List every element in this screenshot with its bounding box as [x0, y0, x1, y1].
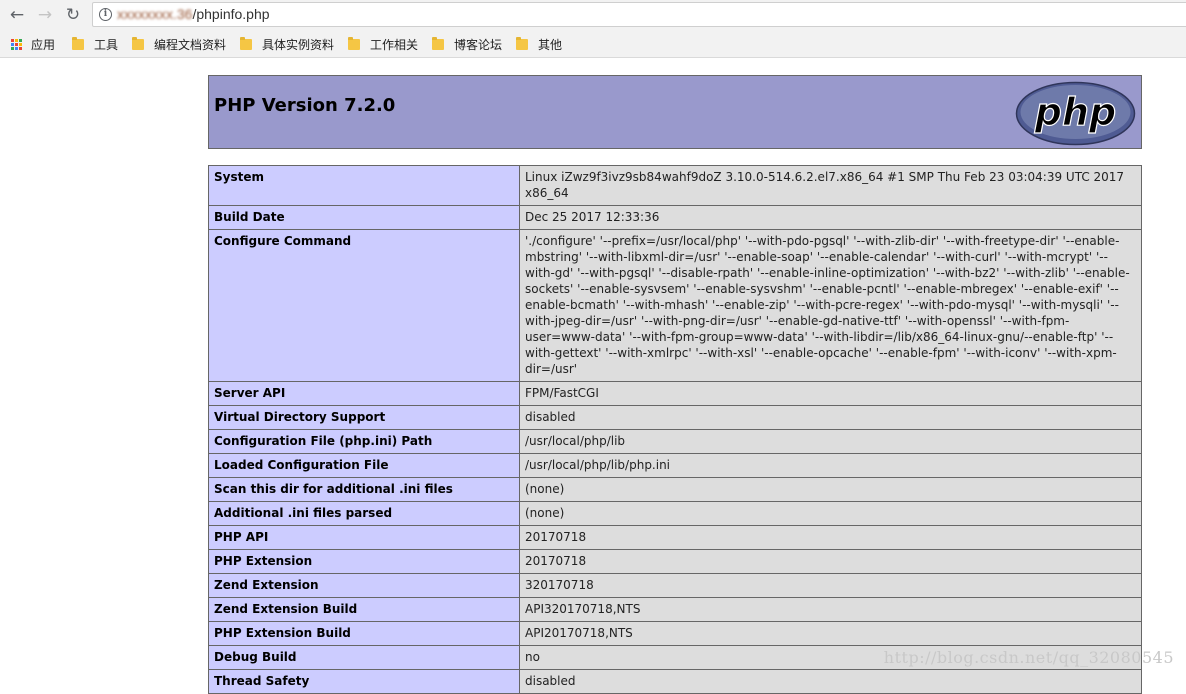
info-value: (none)	[519, 501, 1142, 526]
folder-icon	[432, 36, 444, 50]
info-value: (none)	[519, 477, 1142, 502]
info-value: API20170718,NTS	[519, 621, 1142, 646]
reload-icon[interactable]: ↻	[62, 4, 84, 26]
bookmark-label: 博客论坛	[454, 37, 503, 52]
info-value: './configure' '--prefix=/usr/local/php' …	[519, 229, 1142, 382]
info-table: System Linux iZwz9f3ivz9sb84wahf9doZ 3.10…	[208, 165, 1142, 694]
info-value: disabled	[519, 405, 1142, 430]
bookmark-folder-blogs[interactable]: 博客论坛	[432, 36, 502, 52]
apps-grid-icon	[11, 38, 22, 50]
bookmark-label: 工具	[94, 37, 119, 52]
info-key: Scan this dir for additional .ini files	[208, 477, 520, 502]
info-key: Configure Command	[208, 229, 520, 382]
bookmark-folder-programming-docs[interactable]: 编程文档资料	[132, 36, 226, 52]
info-key: Debug Build	[208, 645, 520, 670]
table-row: System Linux iZwz9f3ivz9sb84wahf9doZ 3.10…	[208, 165, 1142, 206]
table-row: PHP Extension 20170718	[208, 549, 1142, 574]
bookmark-folder-tools[interactable]: 工具	[72, 36, 118, 52]
bookmark-folder-work[interactable]: 工作相关	[348, 36, 418, 52]
bookmark-label: 其他	[538, 37, 563, 52]
table-row: Virtual Directory Support disabled	[208, 405, 1142, 430]
info-key: Zend Extension Build	[208, 597, 520, 622]
page-title: PHP Version 7.2.0	[214, 95, 396, 116]
table-row: PHP Extension Build API20170718,NTS	[208, 621, 1142, 646]
bookmark-apps[interactable]: 应用	[11, 36, 55, 52]
info-value: 20170718	[519, 525, 1142, 550]
url-path: /phpinfo.php	[192, 6, 270, 22]
back-arrow-icon[interactable]: ←	[6, 4, 28, 26]
table-row: Build Date Dec 25 2017 12:33:36	[208, 205, 1142, 230]
info-value: FPM/FastCGI	[519, 381, 1142, 406]
info-icon[interactable]: i	[99, 8, 112, 21]
table-row: Configuration File (php.ini) Path/usr/lo…	[208, 429, 1142, 454]
info-key: Loaded Configuration File	[208, 453, 520, 478]
info-key: Configuration File (php.ini) Path	[208, 429, 520, 454]
bookmark-folder-examples[interactable]: 具体实例资料	[240, 36, 334, 52]
info-value: disabled	[519, 669, 1142, 694]
bookmark-folder-other[interactable]: 其他	[516, 36, 562, 52]
info-key: Server API	[208, 381, 520, 406]
info-value: /usr/local/php/lib	[519, 429, 1142, 454]
php-logo-icon[interactable]: php	[1015, 81, 1136, 146]
bookmark-label: 应用	[31, 37, 56, 52]
table-row: Zend Extension Build API320170718,NTS	[208, 597, 1142, 622]
info-key: Thread Safety	[208, 669, 520, 694]
browser-toolbar: ← → ↻ i xxxxxxxx.36/phpinfo.php	[0, 0, 1186, 30]
info-value: 20170718	[519, 549, 1142, 574]
folder-icon	[240, 36, 252, 50]
table-row: Scan this dir for additional .ini files(…	[208, 477, 1142, 502]
bookmark-label: 工作相关	[370, 37, 419, 52]
table-row: Configure Command './configure' '--prefix…	[208, 229, 1142, 382]
watermark-text: http://blog.csdn.net/qq_32080545	[883, 648, 1174, 667]
bookmarks-bar: 应用 工具 编程文档资料 具体实例资料 工作相关 博客论坛 其他	[0, 30, 1186, 58]
info-value: Linux iZwz9f3ivz9sb84wahf9doZ 3.10.0-514…	[519, 165, 1142, 206]
folder-icon	[132, 36, 144, 50]
info-value: API320170718,NTS	[519, 597, 1142, 622]
folder-icon	[72, 36, 84, 50]
info-key: Build Date	[208, 205, 520, 230]
info-key: Zend Extension	[208, 573, 520, 598]
info-key: Additional .ini files parsed	[208, 501, 520, 526]
table-row: Additional .ini files parsed (none)	[208, 501, 1142, 526]
info-key: Virtual Directory Support	[208, 405, 520, 430]
info-key: System	[208, 165, 520, 206]
folder-icon	[348, 36, 360, 50]
table-row: Server API FPM/FastCGI	[208, 381, 1142, 406]
info-value: Dec 25 2017 12:33:36	[519, 205, 1142, 230]
info-value: 320170718	[519, 573, 1142, 598]
table-row: Zend Extension 320170718	[208, 573, 1142, 598]
php-header: PHP Version 7.2.0 php	[208, 75, 1142, 149]
url-text: xxxxxxxx.36/phpinfo.php	[117, 6, 270, 22]
table-row: Thread Safety disabled	[208, 669, 1142, 694]
php-logo-text: php	[1034, 90, 1116, 134]
forward-arrow-icon[interactable]: →	[34, 4, 56, 26]
bookmark-label: 编程文档资料	[154, 37, 227, 52]
info-key: PHP Extension Build	[208, 621, 520, 646]
table-row: PHP API 20170718	[208, 525, 1142, 550]
bookmark-label: 具体实例资料	[262, 37, 335, 52]
address-bar[interactable]: i xxxxxxxx.36/phpinfo.php	[92, 2, 1186, 27]
folder-icon	[516, 36, 528, 50]
info-key: PHP API	[208, 525, 520, 550]
info-key: PHP Extension	[208, 549, 520, 574]
table-row: Loaded Configuration File/usr/local/php/…	[208, 453, 1142, 478]
url-host: xxxxxxxx.36	[117, 6, 193, 22]
info-value: /usr/local/php/lib/php.ini	[519, 453, 1142, 478]
